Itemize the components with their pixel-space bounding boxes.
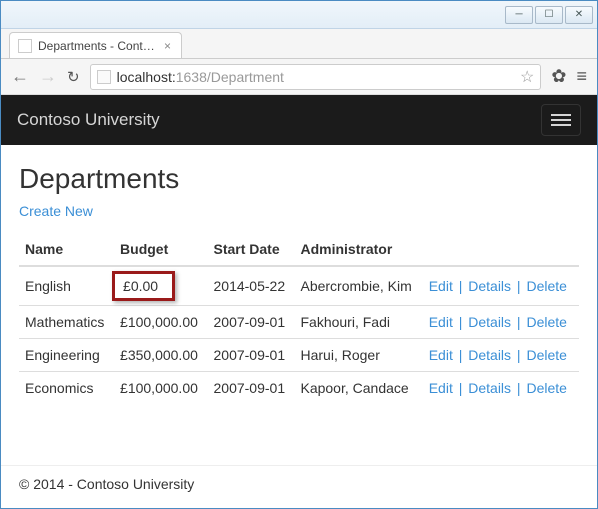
cell-budget: £0.00 — [114, 266, 207, 306]
cell-administrator: Kapoor, Candace — [294, 372, 422, 405]
table-row: Engineering£350,000.002007-09-01Harui, R… — [19, 339, 579, 372]
browser-window: ─ ☐ ✕ Departments - Contoso U × ← → ↻ lo… — [0, 0, 598, 509]
highlight-box: £0.00 — [112, 271, 175, 301]
cell-name: Engineering — [19, 339, 114, 372]
page-icon — [97, 70, 111, 84]
nav-toggle-button[interactable] — [541, 104, 581, 136]
cell-administrator: Abercrombie, Kim — [294, 266, 422, 306]
cell-administrator: Fakhouri, Fadi — [294, 306, 422, 339]
cell-actions: Edit | Details | Delete — [423, 306, 579, 339]
table-row: English£0.002014-05-22Abercrombie, KimEd… — [19, 266, 579, 306]
cell-start-date: 2007-09-01 — [208, 339, 295, 372]
favicon-icon — [18, 39, 32, 53]
col-start-date: Start Date — [208, 233, 295, 266]
col-administrator: Administrator — [294, 233, 422, 266]
edit-link[interactable]: Edit — [429, 347, 453, 363]
edit-link[interactable]: Edit — [429, 314, 453, 330]
minimize-button[interactable]: ─ — [505, 6, 533, 24]
address-bar: ← → ↻ localhost:1638/Department ☆ ✿ ≡ — [1, 59, 597, 95]
gear-icon[interactable]: ✿ — [551, 66, 566, 87]
details-link[interactable]: Details — [468, 314, 511, 330]
edit-link[interactable]: Edit — [429, 380, 453, 396]
cell-actions: Edit | Details | Delete — [423, 339, 579, 372]
close-window-button[interactable]: ✕ — [565, 6, 593, 24]
edit-link[interactable]: Edit — [429, 278, 453, 294]
back-button[interactable]: ← — [11, 66, 29, 87]
cell-administrator: Harui, Roger — [294, 339, 422, 372]
departments-table: Name Budget Start Date Administrator Eng… — [19, 233, 579, 404]
table-header-row: Name Budget Start Date Administrator — [19, 233, 579, 266]
reload-button[interactable]: ↻ — [67, 68, 80, 86]
brand-link[interactable]: Contoso University — [17, 110, 160, 130]
tab-strip: Departments - Contoso U × — [1, 29, 597, 59]
delete-link[interactable]: Delete — [526, 314, 566, 330]
delete-link[interactable]: Delete — [526, 278, 566, 294]
close-tab-icon[interactable]: × — [164, 39, 171, 53]
maximize-button[interactable]: ☐ — [535, 6, 563, 24]
page-footer: © 2014 - Contoso University — [1, 465, 597, 508]
col-name: Name — [19, 233, 114, 266]
cell-budget: £100,000.00 — [114, 372, 207, 405]
footer-text: © 2014 - Contoso University — [19, 476, 194, 492]
page-content: Departments Create New Name Budget Start… — [1, 145, 597, 465]
cell-budget: £350,000.00 — [114, 339, 207, 372]
page-title: Departments — [19, 163, 579, 195]
cell-budget: £100,000.00 — [114, 306, 207, 339]
col-budget: Budget — [114, 233, 207, 266]
browser-tab[interactable]: Departments - Contoso U × — [9, 32, 182, 58]
cell-actions: Edit | Details | Delete — [423, 372, 579, 405]
table-row: Mathematics£100,000.002007-09-01Fakhouri… — [19, 306, 579, 339]
cell-name: Economics — [19, 372, 114, 405]
details-link[interactable]: Details — [468, 347, 511, 363]
url-text: localhost:1638/Department — [117, 69, 514, 85]
bookmark-star-icon[interactable]: ☆ — [520, 67, 534, 87]
cell-start-date: 2014-05-22 — [208, 266, 295, 306]
cell-start-date: 2007-09-01 — [208, 306, 295, 339]
cell-name: Mathematics — [19, 306, 114, 339]
tab-title: Departments - Contoso U — [38, 39, 158, 53]
table-row: Economics£100,000.002007-09-01Kapoor, Ca… — [19, 372, 579, 405]
cell-name: English — [19, 266, 114, 306]
cell-start-date: 2007-09-01 — [208, 372, 295, 405]
hamburger-icon — [551, 114, 571, 116]
window-titlebar: ─ ☐ ✕ — [1, 1, 597, 29]
delete-link[interactable]: Delete — [526, 380, 566, 396]
delete-link[interactable]: Delete — [526, 347, 566, 363]
url-input[interactable]: localhost:1638/Department ☆ — [90, 64, 542, 90]
create-new-link[interactable]: Create New — [19, 203, 93, 219]
chrome-menu-icon[interactable]: ≡ — [576, 66, 587, 87]
cell-actions: Edit | Details | Delete — [423, 266, 579, 306]
site-navbar: Contoso University — [1, 95, 597, 145]
col-actions — [423, 233, 579, 266]
forward-button[interactable]: → — [39, 66, 57, 87]
details-link[interactable]: Details — [468, 278, 511, 294]
details-link[interactable]: Details — [468, 380, 511, 396]
